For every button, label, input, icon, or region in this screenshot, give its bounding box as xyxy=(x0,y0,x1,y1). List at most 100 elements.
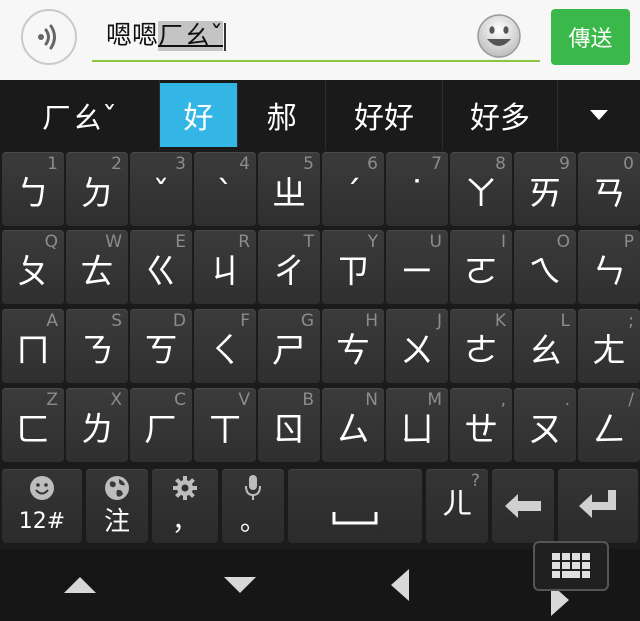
enter-key[interactable] xyxy=(558,469,638,543)
key[interactable]: Vㄒ xyxy=(194,388,256,462)
key-label: ㄙ xyxy=(336,410,370,450)
committed-text: 嗯嗯 xyxy=(106,21,159,51)
key[interactable]: Sㄋ xyxy=(66,309,128,383)
candidate-item[interactable]: 好 xyxy=(160,83,238,147)
globe-icon xyxy=(105,476,129,500)
key[interactable]: Pㄣ xyxy=(578,230,640,304)
symbols-key[interactable]: 12# xyxy=(2,469,82,543)
key[interactable]: Hㄘ xyxy=(322,309,384,383)
expand-candidates-button[interactable] xyxy=(558,80,640,150)
keyboard-switch-button[interactable] xyxy=(533,541,609,591)
key-hint: 2 xyxy=(111,154,122,174)
key[interactable]: 6ˊ xyxy=(322,152,384,226)
key[interactable]: Bㄖ xyxy=(258,388,320,462)
key-label: ˊ xyxy=(344,174,362,214)
key[interactable]: 5ㄓ xyxy=(258,152,320,226)
key-label: ㄣ xyxy=(592,252,626,292)
key[interactable]: ; ㄤ xyxy=(578,309,640,383)
key[interactable]: 4ˋ xyxy=(194,152,256,226)
key[interactable]: / ㄥ xyxy=(578,388,640,462)
key[interactable]: ,ㄝ xyxy=(450,388,512,462)
key[interactable]: Uㄧ xyxy=(386,230,448,304)
key[interactable]: 9ㄞ xyxy=(514,152,576,226)
nav-up-button[interactable] xyxy=(40,549,120,621)
nav-back-button[interactable] xyxy=(360,549,440,621)
key-row-1: 1 ㄅ 2 ㄉ 3 ˇ 4 ˋ 5 ㄓ 6 ˊ 7 ˙ 8 ㄚ 9 ㄞ 0 ㄢ xyxy=(0,150,640,228)
key-label: ㄓ xyxy=(272,174,306,214)
key[interactable]: Dㄎ xyxy=(130,309,192,383)
space-key[interactable] xyxy=(288,469,422,543)
er-key-label: ㄦ xyxy=(442,487,472,522)
key-label: ㄎ xyxy=(144,331,178,371)
key[interactable]: Zㄈ xyxy=(2,388,64,462)
key[interactable]: Iㄛ xyxy=(450,230,512,304)
keyboard-icon xyxy=(552,553,590,578)
comma-key[interactable]: ， xyxy=(152,469,218,543)
key[interactable]: Yㄗ xyxy=(322,230,384,304)
key-label: ㄏ xyxy=(144,410,178,450)
key-label: ㄑ xyxy=(208,331,242,371)
comma-label: ， xyxy=(171,507,198,537)
period-label: 。 xyxy=(239,507,266,537)
key[interactable]: Xㄌ xyxy=(66,388,128,462)
key[interactable]: Wㄊ xyxy=(66,230,128,304)
send-button[interactable]: 傳送 xyxy=(551,9,630,65)
key-hint: 1 xyxy=(47,154,58,174)
key-label: ㄡ xyxy=(528,410,562,450)
backspace-key[interactable] xyxy=(492,469,554,543)
candidate-reading[interactable]: ㄏㄠˇ xyxy=(0,80,160,150)
key-label: ˋ xyxy=(216,174,234,214)
key[interactable]: 0ㄢ xyxy=(578,152,640,226)
period-key[interactable]: 。 xyxy=(222,469,284,543)
key-row-4: Z ㄈ X ㄌ C ㄏ V ㄒ B ㄖ N ㄙ M ㄩ, ㄝ. ㄡ / ㄥ xyxy=(0,386,640,464)
key[interactable]: Eㄍ xyxy=(130,230,192,304)
key-hint: / xyxy=(628,390,634,410)
key-label: ㄠ xyxy=(528,331,562,371)
key[interactable]: Fㄑ xyxy=(194,309,256,383)
key[interactable]: Nㄙ xyxy=(322,388,384,462)
key[interactable]: 7 ˙ xyxy=(386,152,448,226)
key[interactable]: Tㄔ xyxy=(258,230,320,304)
key[interactable]: Kㄜ xyxy=(450,309,512,383)
key-hint: Z xyxy=(46,390,58,410)
nav-down-button[interactable] xyxy=(200,549,280,621)
key[interactable]: 8ㄚ xyxy=(450,152,512,226)
key-hint: , xyxy=(500,390,506,410)
key[interactable]: Oㄟ xyxy=(514,230,576,304)
key-label: ㄍ xyxy=(144,252,178,292)
key[interactable]: Lㄠ xyxy=(514,309,576,383)
key-hint: X xyxy=(110,390,122,410)
language-key[interactable]: 注 xyxy=(86,469,148,543)
key[interactable]: Gㄕ xyxy=(258,309,320,383)
key[interactable]: 1ㄅ xyxy=(2,152,64,226)
triangle-up-icon xyxy=(64,577,96,593)
key[interactable]: 2ㄉ xyxy=(66,152,128,226)
key[interactable]: Jㄨ xyxy=(386,309,448,383)
key[interactable]: .ㄡ xyxy=(514,388,576,462)
expand-candidates-icon xyxy=(590,110,608,120)
function-key-row: 12# 注 ， 。 ? ㄦ xyxy=(0,467,640,545)
key[interactable]: Aㄇ xyxy=(2,309,64,383)
key-label: ㄧ xyxy=(400,252,434,292)
candidate-item[interactable]: 郝 xyxy=(238,80,326,150)
space-bar-icon xyxy=(332,512,378,525)
key[interactable]: Qㄆ xyxy=(2,230,64,304)
key[interactable]: Rㄐ xyxy=(194,230,256,304)
candidate-item[interactable]: 好多 xyxy=(443,80,558,150)
message-text-field[interactable]: 嗯嗯ㄏㄠˇ xyxy=(92,10,540,62)
key-hint: I xyxy=(500,232,506,252)
key-label: ˇ xyxy=(152,174,170,214)
key-hint: C xyxy=(174,390,186,410)
key[interactable]: Cㄏ xyxy=(130,388,192,462)
emoji-button[interactable] xyxy=(476,13,522,59)
key[interactable]: 3ˇ xyxy=(130,152,192,226)
key[interactable]: Mㄩ xyxy=(386,388,448,462)
er-key[interactable]: ? ㄦ xyxy=(426,469,488,543)
candidate-item[interactable]: 好好 xyxy=(326,80,443,150)
voice-input-icon xyxy=(38,24,56,50)
key-hint: 5 xyxy=(303,154,314,174)
text-caret xyxy=(224,22,227,51)
key-hint: 3 xyxy=(175,154,186,174)
voice-input-button[interactable] xyxy=(21,9,77,65)
key-label: ㄥ xyxy=(592,410,626,450)
